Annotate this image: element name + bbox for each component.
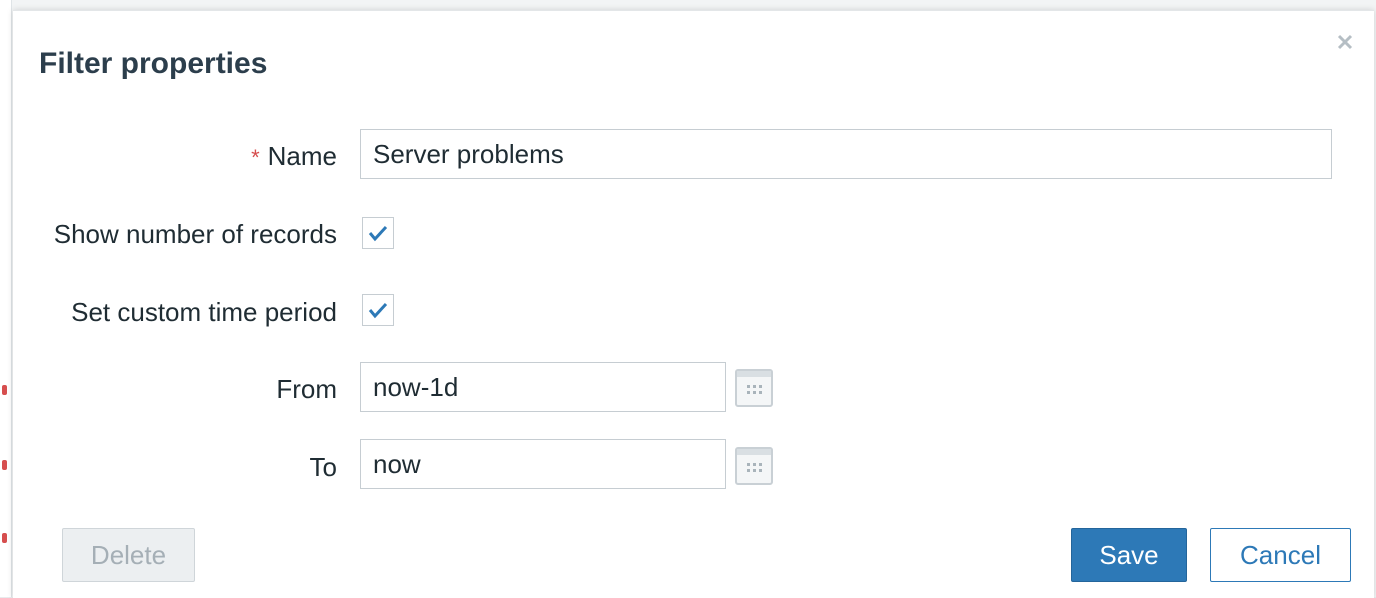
name-label: * Name [251, 141, 337, 172]
to-calendar-icon[interactable] [735, 447, 773, 485]
delete-button[interactable]: Delete [62, 528, 195, 582]
checkmark-icon [368, 302, 388, 319]
filter-properties-dialog: Filter properties * Name Show number of r… [13, 10, 1374, 598]
close-icon[interactable] [1332, 29, 1358, 55]
from-label: From [276, 374, 337, 404]
name-label-text: Name [267, 141, 337, 171]
dialog-title: Filter properties [39, 47, 268, 80]
set-custom-time-period-checkbox[interactable] [362, 294, 394, 326]
save-button[interactable]: Save [1071, 528, 1187, 582]
from-calendar-icon[interactable] [735, 369, 773, 407]
to-label: To [309, 452, 337, 482]
show-number-of-records-checkbox[interactable] [362, 217, 394, 249]
required-marker: * [251, 145, 260, 170]
checkmark-icon [368, 225, 388, 242]
background-status-mark [2, 385, 7, 395]
background-panel-edge [0, 0, 12, 597]
from-input[interactable] [360, 362, 726, 412]
cancel-button[interactable]: Cancel [1210, 528, 1351, 582]
background-status-mark [2, 460, 7, 470]
set-custom-time-period-label: Set custom time period [71, 297, 337, 327]
name-input[interactable] [360, 129, 1332, 179]
background-status-mark [2, 533, 7, 543]
to-input[interactable] [360, 439, 726, 489]
show-number-of-records-label: Show number of records [53, 219, 337, 249]
